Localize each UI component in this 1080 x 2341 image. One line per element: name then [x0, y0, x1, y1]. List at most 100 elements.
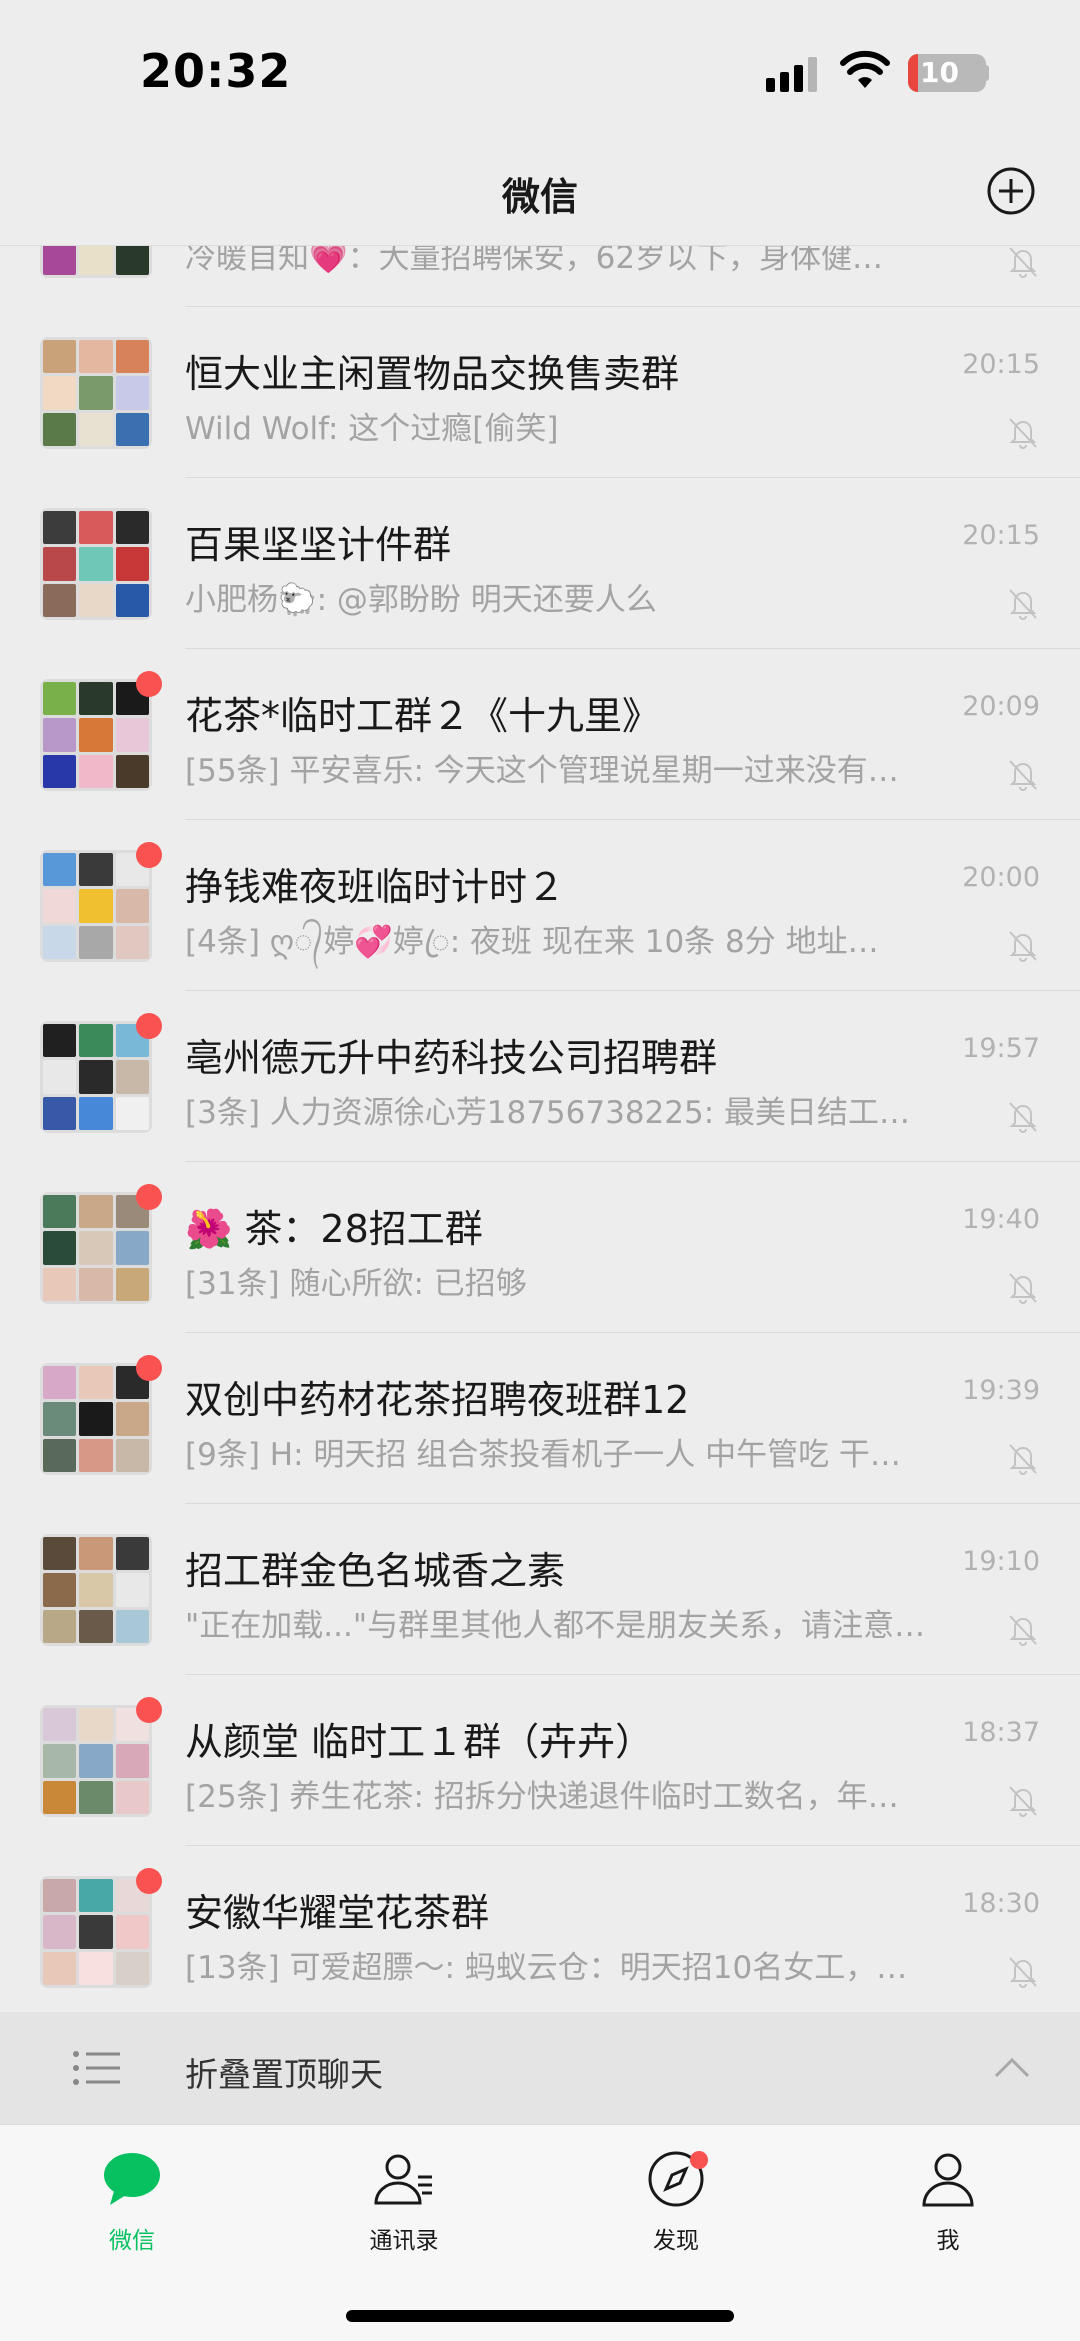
avatar: [40, 1192, 152, 1304]
chat-row[interactable]: 花茶*临时工群２《十九里》 [55条] 平安喜乐: 今天这个管理说星期一过来没有……: [0, 649, 1080, 820]
avatar-tile: [79, 889, 113, 923]
avatar-tile: [43, 1438, 77, 1472]
avatar-tile: [79, 340, 113, 374]
mute-bell-icon: [1009, 1444, 1037, 1475]
avatar-tile: [79, 1609, 113, 1643]
mute-bell-icon: [1009, 1273, 1037, 1304]
avatar: [40, 1534, 152, 1646]
mute-bell-icon: [1009, 247, 1037, 278]
mute-bell-icon: [1009, 1957, 1037, 1988]
battery-icon: 10: [908, 54, 986, 92]
unread-dot: [136, 1355, 162, 1381]
chat-preview: "正在加载..."与群里其他人都不是朋友关系，请注意…: [185, 1608, 926, 1644]
chat-row[interactable]: 从颜堂 临时工１群（卉卉） [25条] 养生花茶: 招拆分快递退件临时工数名，年……: [0, 1675, 1080, 1846]
person-icon: [922, 2153, 974, 2207]
chat-title: 招工群金色名城香之素: [185, 1549, 566, 1593]
chat-row[interactable]: 恒大业主闲置物品交换售卖群 Wild Wolf: 这个过瘾[偷笑] 20:15: [0, 307, 1080, 478]
avatar-tile: [79, 1060, 113, 1094]
unread-dot: [136, 1697, 162, 1723]
chat-row[interactable]: 安徽华耀堂花茶群 [13条] 可爱超膘～: 蚂蚁云仓：明天招10名女工，… 18:3…: [0, 1846, 1080, 2010]
chat-preview: 冷暖自知💗：大量招聘保安，62岁以下，身体健…: [185, 246, 884, 276]
avatar-tile: [79, 1438, 113, 1472]
plus-circle-icon[interactable]: [986, 166, 1036, 216]
chat-list[interactable]: 冷暖自知💗：大量招聘保安，62岁以下，身体健… 恒大业主闲置物品交换售卖群 Wil…: [0, 246, 1080, 2010]
avatar-tile: [79, 1573, 113, 1607]
chat-time: 20:09: [962, 691, 1040, 722]
chat-row[interactable]: 挣钱难夜班临时计时２ [4条] ღ᭄婷💞婷ꦿ: 夜班 现在来 10条 8分 地址……: [0, 820, 1080, 991]
chat-title: 双创中药材花茶招聘夜班群12: [185, 1378, 690, 1422]
chat-row[interactable]: 双创中药材花茶招聘夜班群12 [9条] H: 明天招 组合茶投看机子一人 中午管吃…: [0, 1333, 1080, 1504]
chat-title: 挣钱难夜班临时计时２: [185, 865, 566, 909]
status-bar: 20:32 10: [0, 0, 1080, 140]
status-time: 20:32: [140, 44, 292, 98]
avatar-tile: [43, 682, 77, 716]
chat-time: 20:15: [962, 349, 1040, 380]
chat-preview: [55条] 平安喜乐: 今天这个管理说星期一过来没有…: [185, 753, 899, 789]
avatar-tile: [79, 1780, 113, 1814]
avatar-tile: [43, 718, 77, 752]
avatar-tile: [43, 1366, 77, 1400]
tab-discover[interactable]: 发现: [596, 2147, 756, 2287]
avatar-tile: [115, 925, 149, 959]
avatar-tile: [43, 853, 77, 887]
avatar-tile: [43, 889, 77, 923]
unread-dot: [136, 1184, 162, 1210]
avatar-tile: [43, 1744, 77, 1778]
avatar: [40, 1021, 152, 1133]
avatar: [40, 1876, 152, 1988]
avatar-tile: [79, 1915, 113, 1949]
avatar-tile: [115, 1915, 149, 1949]
avatar-tile: [79, 1879, 113, 1913]
avatar-tile: [79, 718, 113, 752]
chat-title: 亳州德元升中药科技公司招聘群: [185, 1036, 718, 1080]
mute-bell-icon: [1009, 760, 1037, 791]
avatar-tile: [115, 889, 149, 923]
avatar-tile: [79, 1951, 113, 1985]
tab-chats[interactable]: 微信: [52, 2147, 212, 2287]
battery-level: 10: [920, 56, 959, 89]
avatar-tile: [79, 1537, 113, 1571]
mute-bell-icon: [1009, 418, 1037, 449]
mute-bell-icon: [1009, 931, 1037, 962]
chat-time: 19:40: [962, 1204, 1040, 1235]
avatar-tile: [79, 1402, 113, 1436]
avatar-tile: [43, 1915, 77, 1949]
avatar: [40, 246, 152, 278]
tab-me[interactable]: 我: [868, 2147, 1028, 2287]
avatar-tile: [115, 754, 149, 788]
chat-row[interactable]: 🌺 茶：28招工群 [31条] 随心所欲: 已招够 19:40: [0, 1162, 1080, 1333]
chat-bubble-icon: [104, 2153, 160, 2205]
avatar-tile: [115, 1951, 149, 1985]
avatar: [40, 508, 152, 620]
chat-title: 安徽华耀堂花茶群: [185, 1891, 490, 1935]
chat-row-partial[interactable]: 冷暖自知💗：大量招聘保安，62岁以下，身体健…: [0, 246, 1080, 307]
avatar: [40, 1705, 152, 1817]
avatar-tile: [115, 1267, 149, 1301]
nav-bar: 微信: [0, 140, 1080, 246]
avatar-tile: [115, 1402, 149, 1436]
avatar-tile: [115, 1537, 149, 1571]
folded-pinned-chats[interactable]: 折叠置顶聊天: [0, 2012, 1080, 2124]
chat-preview: [4条] ღ᭄婷💞婷ꦿ: 夜班 现在来 10条 8分 地址…: [185, 924, 879, 960]
avatar-tile: [43, 1060, 77, 1094]
avatar-tile: [115, 1438, 149, 1472]
avatar-tile: [115, 1780, 149, 1814]
avatar-tile: [43, 925, 77, 959]
tab-contacts[interactable]: 通讯录: [324, 2147, 484, 2287]
chat-row[interactable]: 招工群金色名城香之素 "正在加载..."与群里其他人都不是朋友关系，请注意… 19:…: [0, 1504, 1080, 1675]
avatar-tile: [79, 1195, 113, 1229]
mute-bell-icon: [1009, 1786, 1037, 1817]
tab-me-label: 我: [936, 2228, 960, 2254]
chat-row[interactable]: 百果坚坚计件群 小肥杨🐑: @郭盼盼 明天还要人么 20:15: [0, 478, 1080, 649]
chat-preview: Wild Wolf: 这个过瘾[偷笑]: [185, 411, 559, 447]
wifi-icon: [840, 50, 890, 88]
avatar-tile: [115, 1573, 149, 1607]
chat-row[interactable]: 亳州德元升中药科技公司招聘群 [3条] 人力资源徐心芳18756738225: 最…: [0, 991, 1080, 1162]
chat-time: 18:37: [962, 1717, 1040, 1748]
avatar-tile: [79, 1744, 113, 1778]
avatar-tile: [43, 1573, 77, 1607]
tab-discover-label: 发现: [653, 2228, 699, 2254]
home-indicator[interactable]: [346, 2310, 734, 2322]
chevron-up-icon[interactable]: [992, 2052, 1032, 2082]
chat-time: 19:39: [962, 1375, 1040, 1406]
